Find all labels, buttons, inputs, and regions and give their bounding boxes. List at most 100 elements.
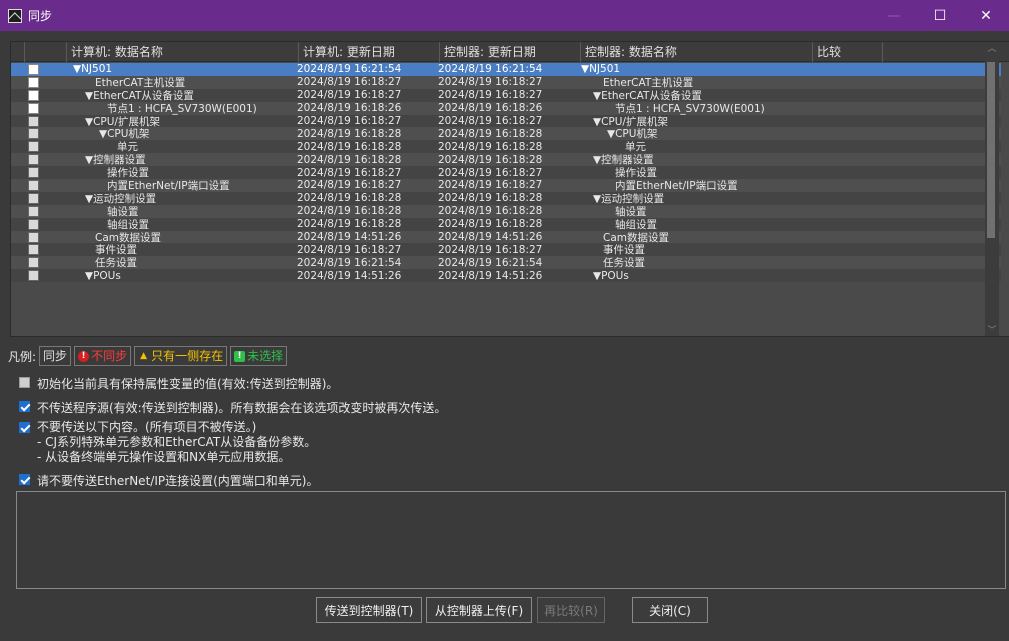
table-body: ▼NJ501 2024/8/19 16:21:54 2024/8/19 16:21:…	[11, 63, 1001, 283]
header-ctrl-name[interactable]: 控制器: 数据名称	[581, 42, 813, 62]
row-checkbox[interactable]	[28, 244, 39, 256]
row-checkbox[interactable]	[28, 115, 39, 127]
vertical-scrollbar[interactable]: ︿ ﹀	[985, 42, 999, 336]
pc-data-name: 任务设置	[95, 257, 137, 270]
row-checkbox-cell	[11, 192, 63, 204]
controller-update-date: 2024/8/19 16:18:28	[438, 218, 543, 231]
row-checkbox-cell	[11, 167, 63, 179]
pc-update-date: 2024/8/19 16:21:54	[297, 256, 402, 269]
sync-table: 计算机: 数据名称 计算机: 更新日期 控制器: 更新日期 控制器: 数据名称 …	[10, 41, 1009, 337]
row-checkbox-cell	[11, 205, 63, 217]
row-checkbox-cell	[11, 76, 63, 88]
row-checkbox[interactable]	[28, 257, 39, 269]
table-row[interactable]: ▼POUs 2024/8/19 14:51:26 2024/8/19 14:51:2…	[11, 269, 1001, 283]
legend-nosync: ! 不同步	[74, 346, 132, 366]
option-no-ethernetip-label: 请不要传送EtherNet/IP连接设置(内置端口和单元)。	[37, 474, 319, 488]
message-box	[16, 491, 1006, 589]
row-checkbox-cell	[11, 102, 63, 114]
controller-update-date: 2024/8/19 16:18:28	[438, 140, 543, 153]
pc-update-date: 2024/8/19 16:21:54	[297, 63, 402, 76]
row-checkbox-cell	[11, 128, 63, 140]
legend-oneside-label: 只有一侧存在	[151, 348, 224, 363]
header-blank	[11, 42, 25, 62]
transfer-to-controller-button[interactable]: 传送到控制器(T)	[316, 597, 422, 623]
controller-data-name: ▼NJ501	[581, 63, 621, 76]
row-checkbox[interactable]	[28, 205, 39, 217]
controller-data-name: ▼POUs	[593, 269, 629, 282]
header-pc-name[interactable]: 计算机: 数据名称	[67, 42, 299, 62]
button-bar: 传送到控制器(T) 从控制器上传(F) 再比较(R) 关闭(C)	[0, 597, 1009, 623]
row-checkbox[interactable]	[28, 89, 39, 101]
legend-sync-label: 同步	[43, 348, 68, 363]
scroll-down-icon[interactable]: ﹀	[985, 324, 999, 336]
option-no-transfer-detail-2: - 从设备终端单元操作设置和NX单元应用数据。	[37, 450, 291, 464]
row-checkbox[interactable]	[28, 63, 39, 75]
controller-update-date: 2024/8/19 16:18:27	[438, 243, 543, 256]
row-checkbox[interactable]	[28, 218, 39, 230]
row-checkbox[interactable]	[28, 192, 39, 204]
header-check	[25, 42, 67, 62]
header-ctrl-date[interactable]: 控制器: 更新日期	[440, 42, 581, 62]
pc-update-date: 2024/8/19 16:18:28	[297, 153, 402, 166]
controller-update-date: 2024/8/19 14:51:26	[438, 231, 543, 244]
row-checkbox-cell	[11, 115, 63, 127]
row-checkbox[interactable]	[28, 128, 39, 140]
table-row[interactable]: 任务设置 2024/8/19 16:21:54 2024/8/19 16:21:54…	[11, 256, 1001, 269]
option-no-program-source[interactable]: 不传送程序源(有效:传送到控制器)。所有数据会在该选项改变时被再次传送。	[19, 399, 446, 416]
row-checkbox-cell	[11, 218, 63, 230]
row-checkbox[interactable]	[28, 154, 39, 166]
controller-update-date: 2024/8/19 16:18:27	[438, 179, 543, 192]
row-checkbox[interactable]	[28, 179, 39, 191]
legend-sync: 同步	[39, 346, 72, 366]
row-checkbox[interactable]	[28, 231, 39, 243]
option-no-transfer[interactable]: 不要传送以下内容。(所有项目不被传送。) - CJ系列特殊单元参数和EtherC…	[19, 420, 316, 465]
maximize-button[interactable]: ☐	[917, 0, 963, 31]
controller-update-date: 2024/8/19 16:18:27	[438, 115, 543, 127]
header-compare[interactable]: 比较	[813, 42, 883, 62]
option-no-program-source-checkbox[interactable]	[19, 401, 30, 412]
pc-update-date: 2024/8/19 16:18:28	[297, 127, 402, 140]
controller-update-date: 2024/8/19 16:18:28	[438, 192, 543, 205]
controller-update-date: 2024/8/19 14:51:26	[438, 269, 543, 282]
recompare-button[interactable]: 再比较(R)	[537, 597, 605, 623]
pc-data-name: ▼POUs	[85, 269, 121, 282]
info-icon: !	[234, 350, 246, 362]
row-checkbox[interactable]	[28, 167, 39, 179]
row-checkbox[interactable]	[28, 270, 39, 282]
legend-prefix: 凡例:	[8, 349, 37, 364]
upload-from-controller-button[interactable]: 从控制器上传(F)	[426, 597, 532, 623]
row-checkbox[interactable]	[28, 102, 39, 114]
controller-update-date: 2024/8/19 16:18:27	[438, 76, 543, 89]
pc-update-date: 2024/8/19 14:51:26	[297, 269, 402, 282]
controller-update-date: 2024/8/19 16:18:28	[438, 127, 543, 140]
close-button[interactable]: 关闭(C)	[632, 597, 708, 623]
legend-nosync-label: 不同步	[91, 348, 128, 363]
row-checkbox-cell	[11, 231, 63, 243]
option-no-transfer-detail-1: - CJ系列特殊单元参数和EtherCAT从设备备份参数。	[37, 435, 317, 449]
close-window-button[interactable]: ✕	[963, 0, 1009, 31]
option-init-retain[interactable]: 初始化当前具有保持属性变量的值(有效:传送到控制器)。	[19, 375, 338, 392]
option-no-ethernetip[interactable]: 请不要传送EtherNet/IP连接设置(内置端口和单元)。	[19, 472, 318, 489]
row-checkbox[interactable]	[28, 141, 39, 153]
option-init-retain-checkbox[interactable]	[19, 377, 30, 388]
controller-update-date: 2024/8/19 16:21:54	[438, 256, 543, 269]
option-no-ethernetip-checkbox[interactable]	[19, 474, 30, 485]
row-checkbox-cell	[11, 63, 63, 75]
scroll-thumb[interactable]	[987, 62, 995, 238]
row-checkbox-cell	[11, 244, 63, 256]
row-checkbox-cell	[11, 257, 63, 269]
row-checkbox-cell	[11, 89, 63, 101]
warning-icon: ▲	[140, 350, 148, 361]
legend: 凡例: 同步 ! 不同步 ▲ 只有一侧存在 ! 未选择	[8, 346, 288, 366]
pc-update-date: 2024/8/19 16:18:27	[297, 179, 402, 192]
row-checkbox[interactable]	[28, 76, 39, 88]
pc-update-date: 2024/8/19 16:18:28	[297, 218, 402, 231]
option-no-transfer-checkbox[interactable]	[19, 422, 30, 433]
header-pc-date[interactable]: 计算机: 更新日期	[299, 42, 440, 62]
title-bar: 同步 — ☐ ✕	[0, 0, 1009, 31]
option-init-retain-label: 初始化当前具有保持属性变量的值(有效:传送到控制器)。	[37, 377, 339, 391]
minimize-button[interactable]: —	[871, 0, 917, 31]
scroll-up-icon[interactable]: ︿	[985, 42, 999, 56]
pc-update-date: 2024/8/19 16:18:27	[297, 76, 402, 89]
row-checkbox-cell	[11, 154, 63, 166]
